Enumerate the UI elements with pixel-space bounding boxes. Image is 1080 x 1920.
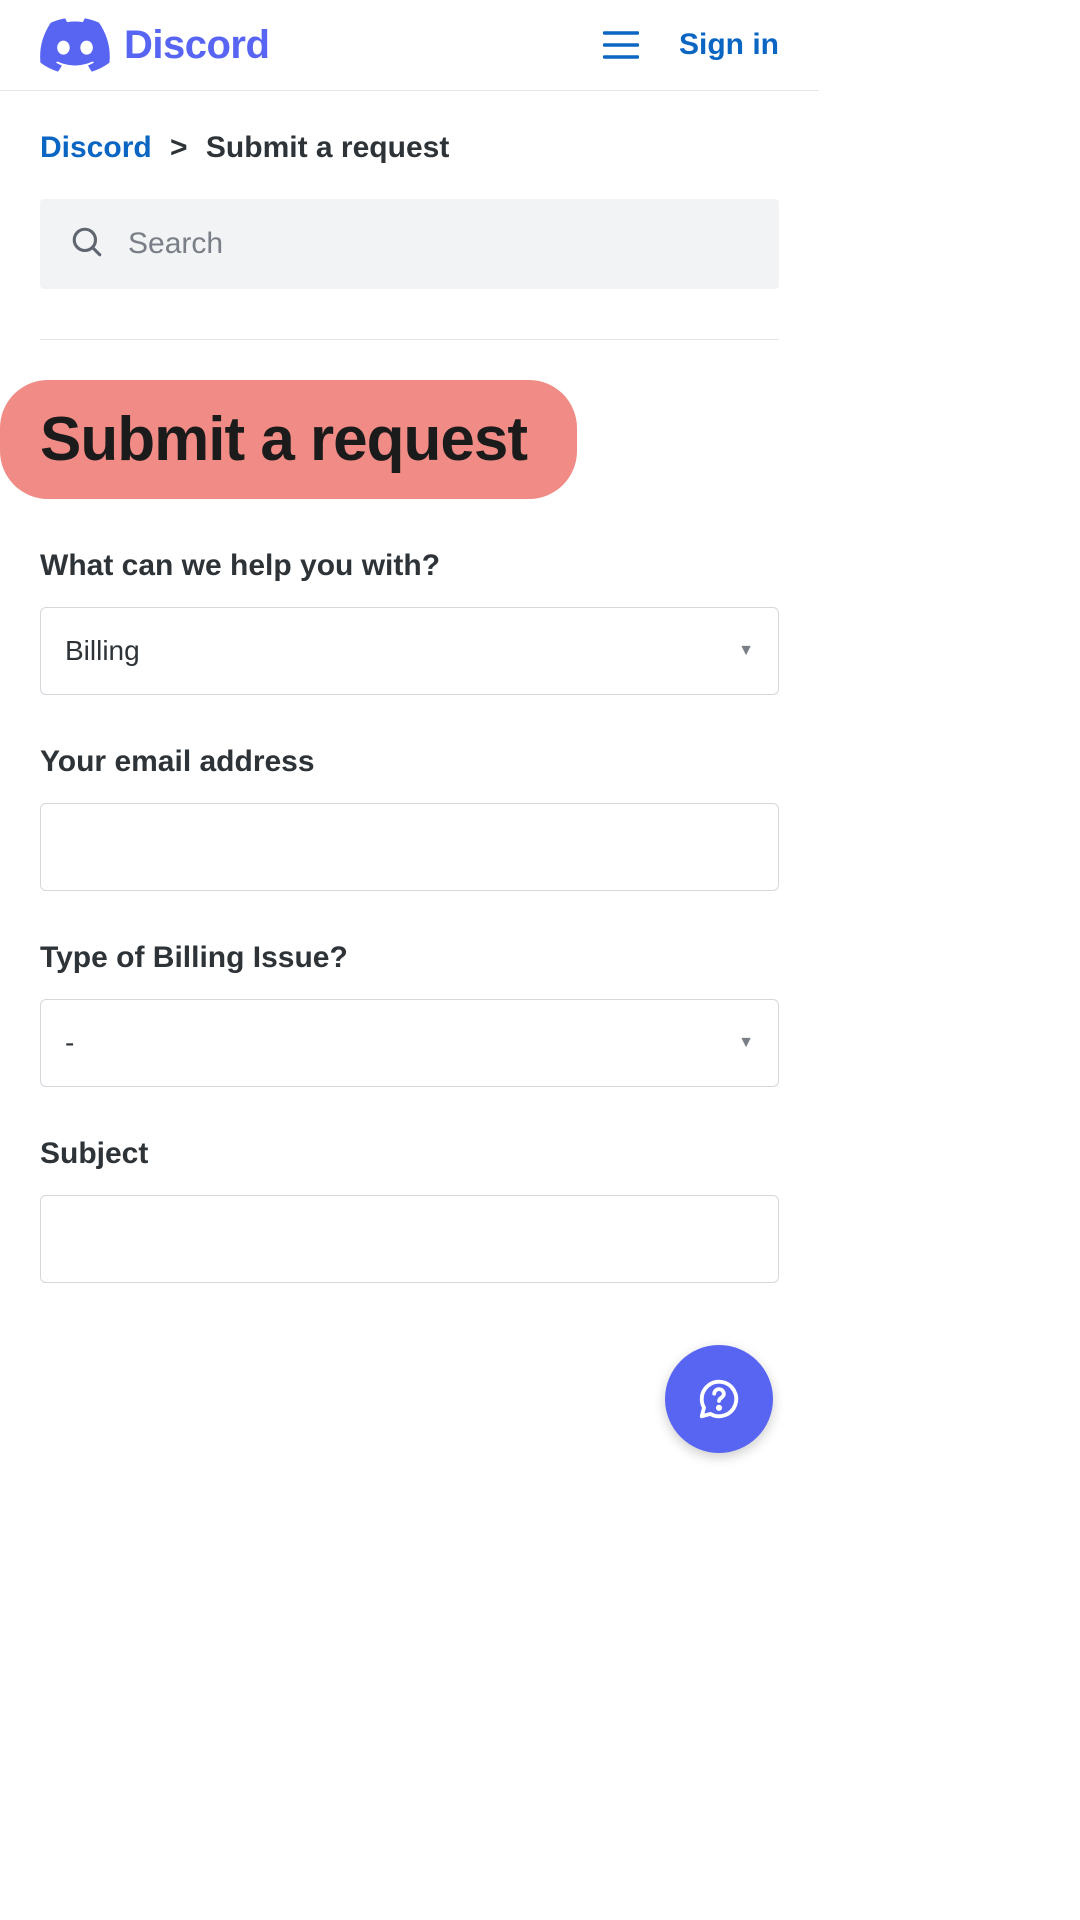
subject-input[interactable] (65, 1196, 754, 1282)
chevron-down-icon: ▼ (738, 1034, 754, 1052)
email-label: Your email address (40, 745, 779, 779)
breadcrumb-root[interactable]: Discord (40, 131, 152, 164)
billing-type-value: - (65, 1027, 74, 1059)
discord-icon (40, 18, 110, 72)
subject-label: Subject (40, 1137, 779, 1171)
page-title: Submit a request (40, 404, 527, 475)
menu-icon[interactable] (603, 30, 639, 60)
main-content: Discord > Submit a request Submit a requ… (0, 91, 819, 1283)
billing-type-select[interactable]: - ▼ (40, 999, 779, 1087)
header: Discord Sign in (0, 0, 819, 91)
search-bar[interactable] (40, 199, 779, 289)
billing-type-label: Type of Billing Issue? (40, 941, 779, 975)
field-subject: Subject (40, 1137, 779, 1283)
help-topic-value: Billing (65, 635, 140, 667)
divider (40, 339, 779, 340)
page-title-highlight: Submit a request (0, 380, 577, 499)
search-input[interactable] (128, 227, 749, 261)
email-input-wrap (40, 803, 779, 891)
header-actions: Sign in (603, 28, 779, 62)
help-topic-label: What can we help you with? (40, 549, 779, 583)
help-topic-select[interactable]: Billing ▼ (40, 607, 779, 695)
brand-logo[interactable]: Discord (40, 18, 269, 72)
brand-wordmark: Discord (124, 23, 269, 68)
field-email: Your email address (40, 745, 779, 891)
breadcrumb-separator: > (170, 131, 188, 164)
email-input[interactable] (65, 804, 754, 890)
breadcrumb: Discord > Submit a request (40, 131, 779, 165)
field-help-topic: What can we help you with? Billing ▼ (40, 549, 779, 695)
subject-input-wrap (40, 1195, 779, 1283)
breadcrumb-current: Submit a request (206, 131, 449, 164)
chevron-down-icon: ▼ (738, 642, 754, 660)
question-icon (696, 1376, 742, 1422)
field-billing-type: Type of Billing Issue? - ▼ (40, 941, 779, 1087)
search-icon (70, 225, 104, 264)
help-fab[interactable] (665, 1345, 773, 1453)
signin-link[interactable]: Sign in (679, 28, 779, 62)
